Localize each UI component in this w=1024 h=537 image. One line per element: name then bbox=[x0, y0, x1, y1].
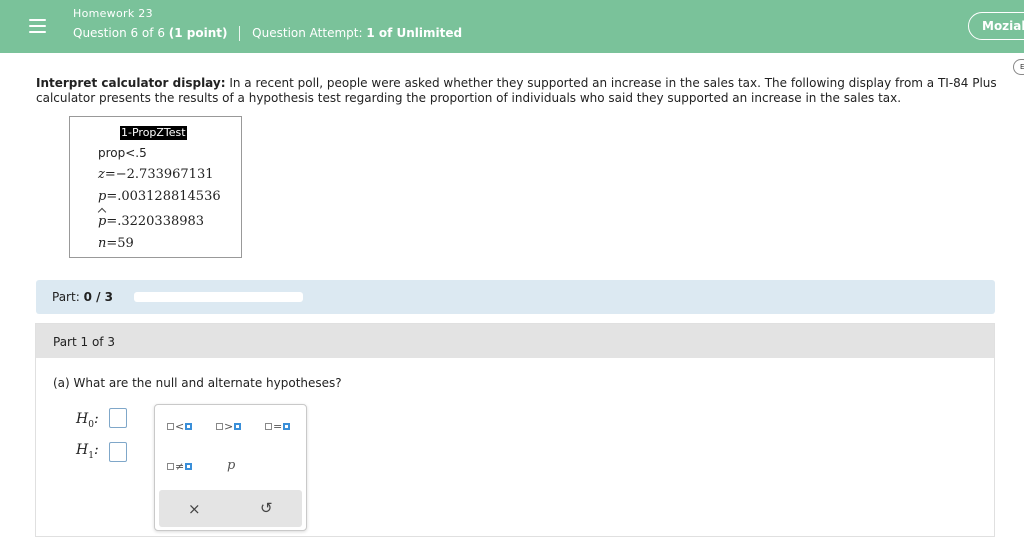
part-card-header: Part 1 of 3 bbox=[36, 324, 994, 358]
calc-z-line: z=−2.733967131 bbox=[98, 167, 214, 182]
attempt-label: Question Attempt: bbox=[252, 26, 363, 40]
placeholder-square-icon bbox=[216, 423, 223, 430]
question-prompt: Interpret calculator display: In a recen… bbox=[36, 76, 1001, 106]
calc-p-value: =.003128814536 bbox=[106, 189, 221, 204]
part-progress-bar: Part: 0 / 3 bbox=[36, 280, 995, 314]
placeholder-square-icon bbox=[283, 423, 291, 430]
hamburger-menu-icon[interactable] bbox=[24, 14, 52, 38]
palette-action-row: × ↺ bbox=[159, 490, 302, 527]
progress-track bbox=[134, 292, 303, 302]
greater-than-symbol: > bbox=[224, 420, 234, 433]
prompt-heading: Interpret calculator display: bbox=[36, 76, 226, 90]
p-symbol-button[interactable]: p bbox=[227, 458, 235, 473]
alternate-hypothesis-input[interactable] bbox=[109, 442, 127, 462]
equals-button[interactable]: = bbox=[265, 419, 291, 433]
part-label-value: 0 / 3 bbox=[83, 290, 113, 304]
question-points: (1 point) bbox=[168, 26, 228, 40]
h0-colon: : bbox=[93, 411, 99, 427]
placeholder-square-icon bbox=[167, 463, 174, 470]
math-palette: < > = ≠ p × ↺ bbox=[154, 404, 307, 531]
calc-p-line: p=.003128814536 bbox=[98, 189, 221, 204]
equals-symbol: = bbox=[273, 420, 283, 433]
alternate-hypothesis-label: H1: bbox=[76, 442, 99, 461]
placeholder-square-icon bbox=[185, 423, 193, 430]
menu-bar bbox=[29, 25, 46, 27]
question-info: Question 6 of 6 (1 point) Question Attem… bbox=[73, 26, 462, 41]
placeholder-square-icon bbox=[265, 423, 272, 430]
not-equal-symbol: ≠ bbox=[175, 460, 185, 473]
null-hypothesis-input[interactable] bbox=[109, 408, 127, 428]
not-equal-button[interactable]: ≠ bbox=[167, 459, 193, 473]
user-menu-button[interactable]: Moziah bbox=[968, 12, 1024, 40]
h1-letter: H bbox=[76, 442, 89, 458]
clear-icon[interactable]: × bbox=[188, 500, 201, 518]
greater-than-button[interactable]: > bbox=[216, 419, 242, 433]
less-than-button[interactable]: < bbox=[167, 419, 193, 433]
calculator-display: 1-PropZTest prop<.5 z=−2.733967131 p=.00… bbox=[69, 116, 242, 258]
attempt-value: 1 of Unlimited bbox=[366, 26, 463, 40]
less-than-symbol: < bbox=[175, 420, 185, 433]
top-header: Homework 23 Question 6 of 6 (1 point) Qu… bbox=[0, 0, 1024, 53]
h0-letter: H bbox=[76, 411, 89, 427]
calc-n-value: =59 bbox=[106, 236, 134, 251]
calc-z-value: =−2.733967131 bbox=[104, 167, 214, 182]
calc-n-line: n=59 bbox=[98, 236, 134, 251]
calc-phat-value: =.3220338983 bbox=[106, 214, 205, 229]
null-hypothesis-label: H0: bbox=[76, 411, 99, 430]
homework-title: Homework 23 bbox=[73, 7, 153, 20]
placeholder-square-icon bbox=[234, 423, 242, 430]
calculator-heading: 1-PropZTest bbox=[120, 126, 187, 140]
part-title: Part 1 of 3 bbox=[53, 335, 115, 349]
placeholder-square-icon bbox=[185, 463, 193, 470]
calc-z-label: z bbox=[98, 167, 105, 182]
h1-colon: : bbox=[93, 442, 99, 458]
calc-hypothesis-line: prop<.5 bbox=[98, 146, 147, 160]
part-progress-label: Part: 0 / 3 bbox=[52, 290, 113, 304]
menu-bar bbox=[29, 31, 46, 33]
placeholder-square-icon bbox=[167, 423, 174, 430]
divider bbox=[239, 26, 241, 41]
part-card: Part 1 of 3 (a) What are the null and al… bbox=[35, 323, 995, 537]
side-panel-icon[interactable]: E bbox=[1013, 59, 1024, 75]
part-label-text: Part: bbox=[52, 290, 80, 304]
calc-phat-label: p bbox=[98, 214, 107, 229]
menu-bar bbox=[29, 19, 46, 21]
part-question: (a) What are the null and alternate hypo… bbox=[53, 376, 342, 390]
calc-phat-line: p=.3220338983 bbox=[98, 214, 204, 229]
undo-icon[interactable]: ↺ bbox=[260, 499, 273, 517]
question-position: Question 6 of 6 bbox=[73, 26, 165, 40]
